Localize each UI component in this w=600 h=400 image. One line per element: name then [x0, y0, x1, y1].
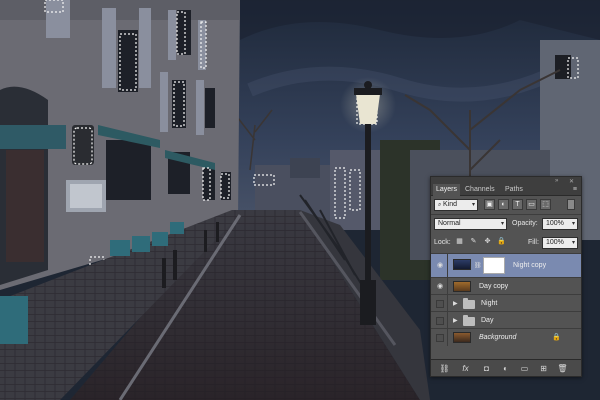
chevron-right-icon[interactable]: ▶ [453, 300, 458, 307]
layer-name[interactable]: Day copy [479, 282, 508, 292]
layers-bottom-toolbar: ⛓ fx ◘ ◐ ▭ ⊞ 🗑 [431, 359, 581, 376]
eye-icon: ◉ [436, 283, 444, 290]
blend-row: Normal ▾ Opacity: 100% ▾ [431, 217, 581, 231]
layer-row-night-copy[interactable]: ◉ ⛓ Night copy [431, 253, 581, 277]
adjustment-layer-icon[interactable]: ◐ [500, 363, 511, 374]
layer-thumbnail [453, 281, 471, 292]
link-layers-icon[interactable]: ⛓ [439, 363, 450, 374]
layer-thumbnail [453, 259, 471, 270]
opacity-label: Opacity: [512, 220, 538, 227]
tab-layers[interactable]: Layers [433, 184, 461, 196]
hidden-visibility-box [436, 317, 444, 325]
layers-panel: » ✕ Layers Channels Paths ≡ ⌕ Kind ▾ ▣ ◐ … [430, 176, 582, 377]
lock-image-icon[interactable]: ✎ [469, 237, 478, 246]
smart-object-filter-icon[interactable]: ⬚ [540, 199, 551, 210]
folder-icon [463, 298, 475, 309]
tab-paths[interactable]: Paths [502, 184, 526, 196]
visibility-toggle[interactable]: ◉ [432, 254, 448, 277]
fill-label: Fill: [528, 239, 539, 246]
visibility-toggle[interactable] [432, 312, 448, 328]
filter-kind-label: Kind [443, 201, 458, 208]
new-layer-icon[interactable]: ⊞ [538, 363, 549, 374]
lock-all-icon[interactable]: 🔒 [497, 237, 506, 246]
fill-field[interactable]: 100% ▾ [542, 237, 578, 249]
lock-position-icon[interactable]: ✥ [483, 237, 492, 246]
opacity-value: 100% [546, 220, 564, 227]
hidden-visibility-box [436, 300, 444, 308]
layer-mask-thumbnail[interactable] [483, 257, 505, 274]
blend-mode-value: Normal [438, 220, 461, 227]
layer-thumbnail [453, 332, 471, 343]
tab-channels[interactable]: Channels [462, 184, 498, 196]
lock-label: Lock: [434, 239, 451, 246]
fx-icon[interactable]: fx [460, 363, 471, 374]
shape-filter-icon[interactable]: ▭ [526, 199, 537, 210]
blend-mode-dropdown[interactable]: Normal ▾ [434, 218, 507, 230]
filter-toggle[interactable] [567, 199, 575, 210]
folder-icon [463, 315, 475, 326]
image-filter-icon[interactable]: ▣ [484, 199, 495, 210]
adjustment-filter-icon[interactable]: ◐ [498, 199, 509, 210]
chevron-down-icon: ▾ [571, 240, 575, 246]
lock-row: Lock: ▦ ✎ ✥ 🔒 Fill: 100% ▾ [431, 236, 581, 250]
fill-value: 100% [546, 239, 564, 246]
chain-link-icon[interactable]: ⛓ [474, 262, 482, 269]
filter-kind-dropdown[interactable]: ⌕ Kind ▾ [434, 199, 478, 211]
close-panel-icon[interactable]: ✕ [569, 178, 574, 185]
lock-transparent-icon[interactable]: ▦ [455, 237, 464, 246]
divider [431, 214, 581, 215]
chevron-right-icon[interactable]: ▶ [453, 317, 458, 324]
filter-row: ⌕ Kind ▾ ▣ ◐ T ▭ ⬚ [431, 198, 581, 212]
layer-row-day-group[interactable]: ▶ Day [431, 311, 581, 328]
layer-name[interactable]: Day [481, 316, 493, 326]
layer-name[interactable]: Night copy [513, 261, 546, 271]
delete-icon[interactable]: 🗑 [557, 363, 568, 374]
visibility-toggle[interactable] [432, 329, 448, 346]
collapse-icon[interactable]: » [555, 178, 558, 184]
layer-name[interactable]: Background [479, 333, 516, 343]
hidden-visibility-box [436, 334, 444, 342]
new-group-icon[interactable]: ▭ [519, 363, 530, 374]
type-filter-icon[interactable]: T [512, 199, 523, 210]
eye-icon: ◉ [436, 262, 444, 269]
layer-row-night-group[interactable]: ▶ Night [431, 294, 581, 311]
opacity-field[interactable]: 100% ▾ [542, 218, 578, 230]
visibility-toggle[interactable] [432, 295, 448, 311]
lock-icon: 🔒 [552, 334, 561, 341]
layer-row-day-copy[interactable]: ◉ Day copy [431, 277, 581, 294]
panel-tab-bar: » ✕ Layers Channels Paths ≡ [431, 177, 581, 196]
layer-name[interactable]: Night [481, 299, 497, 309]
chevron-down-icon: ▾ [500, 221, 504, 227]
visibility-toggle[interactable]: ◉ [432, 278, 448, 294]
layer-row-background[interactable]: Background 🔒 [431, 328, 581, 346]
chevron-down-icon: ▾ [571, 221, 575, 227]
add-mask-icon[interactable]: ◘ [481, 363, 492, 374]
chevron-down-icon: ▾ [471, 202, 475, 208]
panel-menu-icon[interactable]: ≡ [573, 186, 577, 193]
